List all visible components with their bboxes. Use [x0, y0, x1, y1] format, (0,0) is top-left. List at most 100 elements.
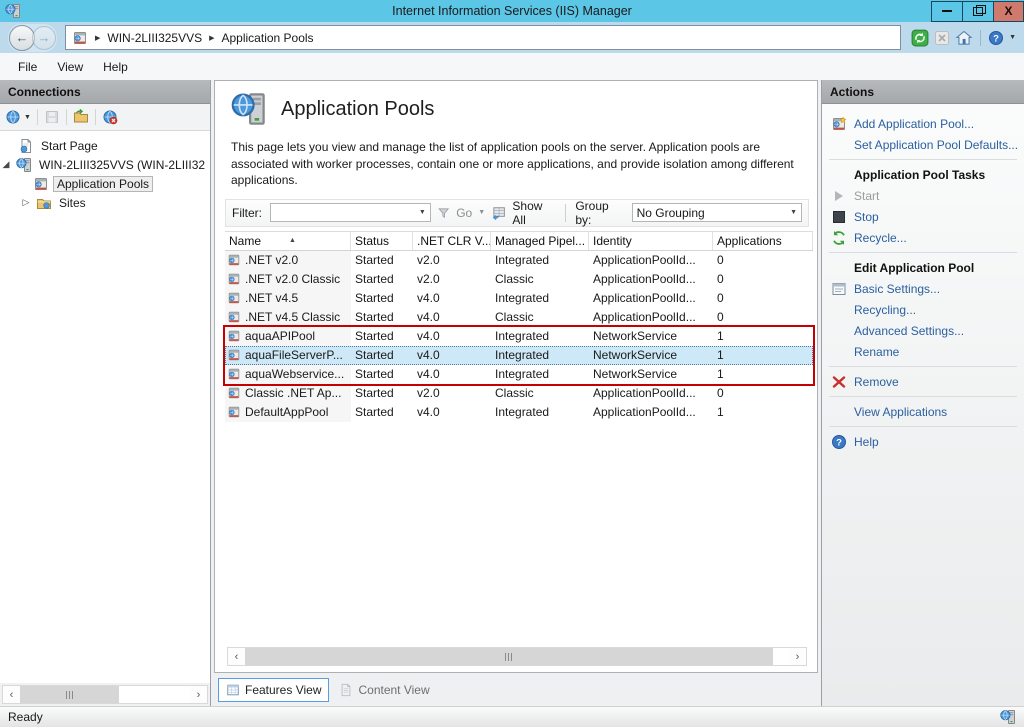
action-basic-settings[interactable]: Basic Settings...: [822, 278, 1024, 299]
column-header-name[interactable]: Name ▲: [225, 232, 351, 250]
action-rename[interactable]: Rename: [822, 341, 1024, 362]
menu-help[interactable]: Help: [93, 56, 138, 78]
window-title: Internet Information Services (IIS) Mana…: [0, 4, 1024, 18]
list-hscrollbar[interactable]: ‹ ›: [227, 647, 807, 666]
address-bar: ← → ▶ WIN-2LIII325VVS ▶ Application Pool…: [0, 22, 1024, 53]
menu-file[interactable]: File: [8, 56, 47, 78]
chevron-down-icon[interactable]: ▼: [419, 209, 426, 216]
breadcrumb-server[interactable]: WIN-2LIII325VVS: [107, 31, 202, 45]
refresh-icon[interactable]: [911, 29, 929, 47]
go-dropdown-icon[interactable]: ▼: [478, 209, 485, 216]
scroll-left-icon[interactable]: ‹: [3, 686, 20, 703]
page-description: This page lets you view and manage the l…: [231, 139, 809, 189]
table-row[interactable]: aquaWebservice... Started v4.0 Integrate…: [225, 365, 813, 384]
actions-group-tasks: Application Pool Tasks: [822, 164, 1024, 185]
action-recycling[interactable]: Recycling...: [822, 299, 1024, 320]
highlight-annotation-box: aquaAPIPool Started v4.0 Integrated Netw…: [225, 327, 813, 384]
go-button[interactable]: Go: [456, 206, 472, 220]
collapse-icon[interactable]: ◢: [0, 159, 12, 170]
stop-square-icon: [833, 211, 845, 223]
app-pool-icon: [227, 386, 241, 400]
application-pools-page-icon: [231, 91, 267, 127]
forward-icon: →: [38, 30, 51, 45]
app-pool-icon: [227, 405, 241, 419]
table-row[interactable]: .NET v4.5 Started v4.0 Integrated Applic…: [225, 289, 813, 308]
expand-icon[interactable]: ▷: [20, 197, 32, 208]
column-header-pipeline[interactable]: Managed Pipel...: [491, 232, 589, 250]
group-by-select[interactable]: No Grouping ▼: [632, 203, 802, 222]
breadcrumb[interactable]: ▶ WIN-2LIII325VVS ▶ Application Pools: [65, 25, 901, 50]
group-by-label: Group by:: [575, 199, 625, 227]
start-icon: [835, 191, 843, 201]
content-view-icon: [339, 683, 353, 697]
table-row[interactable]: DefaultAppPool Started v4.0 Integrated A…: [225, 403, 813, 422]
action-advanced-settings[interactable]: Advanced Settings...: [822, 320, 1024, 341]
divider: [829, 366, 1017, 367]
tab-content-view[interactable]: Content View: [332, 679, 436, 701]
close-button[interactable]: X: [993, 1, 1024, 22]
forward-button[interactable]: →: [32, 26, 56, 50]
content-area: Application Pools This page lets you vie…: [211, 80, 821, 706]
action-add-application-pool[interactable]: Add Application Pool...: [822, 113, 1024, 134]
column-header-clr[interactable]: .NET CLR V...: [413, 232, 491, 250]
table-row[interactable]: aquaAPIPool Started v4.0 Integrated Netw…: [225, 327, 813, 346]
divider: [829, 159, 1017, 160]
table-row-selected[interactable]: aquaFileServerP... Started v4.0 Integrat…: [225, 346, 813, 365]
action-view-applications[interactable]: View Applications: [822, 401, 1024, 422]
tab-features-view[interactable]: Features View: [218, 678, 329, 702]
column-header-applications[interactable]: Applications: [713, 232, 813, 250]
table-row[interactable]: .NET v4.5 Classic Started v4.0 Classic A…: [225, 308, 813, 327]
connections-hscrollbar[interactable]: ‹ ›: [2, 685, 208, 704]
column-header-status[interactable]: Status: [351, 232, 413, 250]
breadcrumb-page[interactable]: Application Pools: [222, 31, 314, 45]
actions-header: Actions: [822, 80, 1024, 104]
disconnect-icon[interactable]: [102, 109, 118, 125]
table-row[interactable]: .NET v2.0 Classic Started v2.0 Classic A…: [225, 270, 813, 289]
divider: [980, 30, 981, 46]
action-recycle[interactable]: Recycle...: [822, 227, 1024, 248]
application-pools-icon: [33, 176, 49, 192]
app-pool-icon: [227, 348, 241, 362]
table-row[interactable]: .NET v2.0 Started v2.0 Integrated Applic…: [225, 251, 813, 270]
recycle-icon: [831, 230, 847, 246]
save-icon: [44, 109, 60, 125]
home-icon[interactable]: [955, 29, 973, 47]
scroll-thumb[interactable]: [20, 686, 119, 703]
help-icon: [831, 434, 847, 450]
help-dropdown-icon[interactable]: ▼: [1009, 34, 1016, 41]
start-page-icon: [18, 138, 34, 154]
scroll-right-icon[interactable]: ›: [789, 648, 806, 665]
divider: [829, 252, 1017, 253]
connect-dropdown-icon[interactable]: ▼: [24, 114, 31, 121]
divider: [565, 204, 566, 222]
back-icon: ←: [16, 30, 29, 45]
help-icon[interactable]: [988, 30, 1004, 46]
restore-button[interactable]: [962, 1, 993, 22]
show-all-button[interactable]: Show All: [512, 199, 556, 227]
action-start: Start: [822, 185, 1024, 206]
minimize-button[interactable]: [931, 1, 962, 22]
tree-item-server[interactable]: ◢ WIN-2LIII325VVS (WIN-2LIII32: [0, 155, 210, 174]
tree-item-application-pools[interactable]: Application Pools: [0, 174, 210, 193]
tree-item-start-page[interactable]: Start Page: [0, 136, 210, 155]
action-remove[interactable]: Remove: [822, 371, 1024, 392]
action-set-application-pool-defaults[interactable]: Set Application Pool Defaults...: [822, 134, 1024, 155]
go-up-folder-icon[interactable]: [73, 109, 89, 125]
scroll-left-icon[interactable]: ‹: [228, 648, 245, 665]
filter-input[interactable]: ▼: [270, 203, 431, 222]
table-header-row: Name ▲ Status .NET CLR V... Managed Pipe…: [225, 231, 813, 251]
table-row[interactable]: Classic .NET Ap... Started v2.0 Classic …: [225, 384, 813, 403]
menu-view[interactable]: View: [47, 56, 93, 78]
scroll-right-icon[interactable]: ›: [190, 686, 207, 703]
action-stop[interactable]: Stop: [822, 206, 1024, 227]
action-help[interactable]: Help: [822, 431, 1024, 452]
connect-server-icon[interactable]: [5, 109, 21, 125]
tree-item-sites[interactable]: ▷ Sites: [0, 193, 210, 212]
scroll-thumb[interactable]: [245, 648, 773, 665]
actions-group-edit: Edit Application Pool: [822, 257, 1024, 278]
column-header-identity[interactable]: Identity: [589, 232, 713, 250]
status-server-icon: [1000, 709, 1016, 725]
divider: [829, 396, 1017, 397]
nav-buttons: ← →: [8, 24, 57, 52]
chevron-down-icon[interactable]: ▼: [790, 209, 797, 216]
